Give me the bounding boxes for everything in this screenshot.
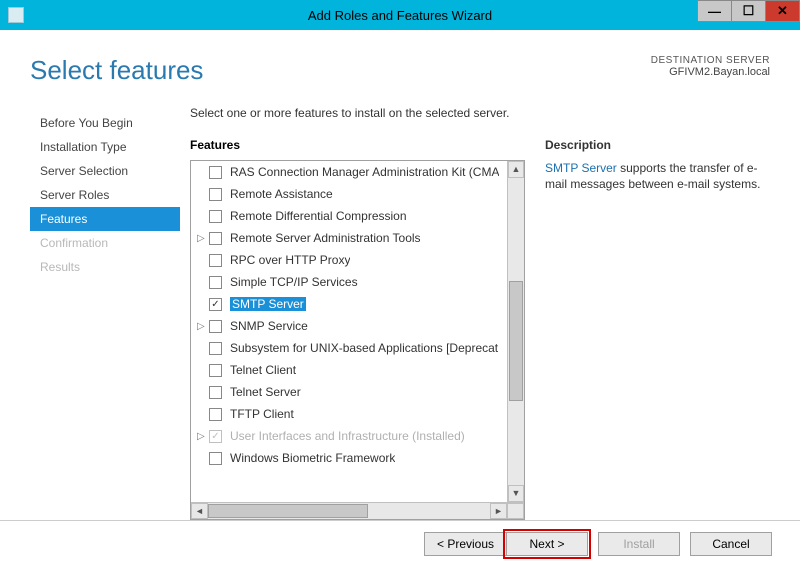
feature-row[interactable]: Windows Biometric Framework xyxy=(191,447,507,469)
feature-row[interactable]: Subsystem for UNIX-based Applications [D… xyxy=(191,337,507,359)
feature-checkbox[interactable] xyxy=(209,364,222,377)
feature-label: RAS Connection Manager Administration Ki… xyxy=(230,165,499,179)
feature-row[interactable]: ✓ SMTP Server xyxy=(191,293,507,315)
sidebar-item-before-you-begin[interactable]: Before You Begin xyxy=(30,111,180,135)
instruction-text: Select one or more features to install o… xyxy=(190,106,770,120)
scroll-left-arrow[interactable]: ◄ xyxy=(191,503,208,519)
feature-checkbox[interactable]: ✓ xyxy=(209,298,222,311)
feature-checkbox[interactable] xyxy=(209,452,222,465)
window-controls: — ☐ ✕ xyxy=(698,0,800,22)
feature-checkbox[interactable] xyxy=(209,386,222,399)
feature-label: SNMP Service xyxy=(230,319,308,333)
previous-button[interactable]: < Previous xyxy=(424,532,506,556)
expander-icon[interactable]: ▷ xyxy=(197,431,209,442)
install-button: Install xyxy=(598,532,680,556)
window-title: Add Roles and Features Wizard xyxy=(308,8,492,23)
description-text: SMTP Server supports the transfer of e-m… xyxy=(545,160,770,192)
maximize-button[interactable]: ☐ xyxy=(731,0,766,22)
scroll-down-arrow[interactable]: ▼ xyxy=(508,485,524,502)
feature-label: Windows Biometric Framework xyxy=(230,451,395,465)
destination-label: DESTINATION SERVER xyxy=(651,55,770,66)
scroll-thumb-h[interactable] xyxy=(208,504,368,518)
feature-row[interactable]: RPC over HTTP Proxy xyxy=(191,249,507,271)
app-icon xyxy=(8,7,24,23)
feature-checkbox[interactable] xyxy=(209,254,222,267)
features-listbox: RAS Connection Manager Administration Ki… xyxy=(190,160,525,520)
scroll-up-arrow[interactable]: ▲ xyxy=(508,161,524,178)
next-button[interactable]: Next > xyxy=(506,532,588,556)
feature-label: Remote Server Administration Tools xyxy=(230,231,421,245)
feature-row[interactable]: ▷ SNMP Service xyxy=(191,315,507,337)
feature-checkbox[interactable] xyxy=(209,342,222,355)
feature-row[interactable]: ▷ Remote Server Administration Tools xyxy=(191,227,507,249)
expander-icon[interactable]: ▷ xyxy=(197,321,209,332)
feature-label: Remote Differential Compression xyxy=(230,209,407,223)
expander-icon[interactable]: ▷ xyxy=(197,233,209,244)
feature-checkbox[interactable] xyxy=(209,408,222,421)
feature-checkbox[interactable] xyxy=(209,210,222,223)
feature-label: SMTP Server xyxy=(230,297,306,311)
sidebar-item-server-roles[interactable]: Server Roles xyxy=(30,183,180,207)
destination-server: DESTINATION SERVER GFIVM2.Bayan.local xyxy=(651,55,770,78)
horizontal-scrollbar[interactable]: ◄ ► xyxy=(191,502,524,519)
feature-row[interactable]: Remote Differential Compression xyxy=(191,205,507,227)
description-link[interactable]: SMTP Server xyxy=(545,161,617,175)
feature-label: TFTP Client xyxy=(230,407,294,421)
sidebar-item-server-selection[interactable]: Server Selection xyxy=(30,159,180,183)
feature-row[interactable]: RAS Connection Manager Administration Ki… xyxy=(191,161,507,183)
feature-row[interactable]: TFTP Client xyxy=(191,403,507,425)
feature-label: RPC over HTTP Proxy xyxy=(230,253,350,267)
feature-label: Remote Assistance xyxy=(230,187,333,201)
feature-row[interactable]: ▷✓ User Interfaces and Infrastructure (In… xyxy=(191,425,507,447)
feature-checkbox[interactable] xyxy=(209,232,222,245)
scroll-thumb[interactable] xyxy=(509,281,523,401)
scroll-right-arrow[interactable]: ► xyxy=(490,503,507,519)
sidebar-item-installation-type[interactable]: Installation Type xyxy=(30,135,180,159)
minimize-button[interactable]: — xyxy=(697,0,732,22)
destination-host: GFIVM2.Bayan.local xyxy=(651,66,770,78)
titlebar: Add Roles and Features Wizard — ☐ ✕ xyxy=(0,0,800,30)
close-button[interactable]: ✕ xyxy=(765,0,800,22)
cancel-button[interactable]: Cancel xyxy=(690,532,772,556)
feature-row[interactable]: Remote Assistance xyxy=(191,183,507,205)
page-title: Select features xyxy=(30,55,203,86)
feature-label: Subsystem for UNIX-based Applications [D… xyxy=(230,341,498,355)
features-heading: Features xyxy=(190,138,525,152)
sidebar-item-results: Results xyxy=(30,255,180,279)
feature-checkbox: ✓ xyxy=(209,430,222,443)
sidebar-item-confirmation: Confirmation xyxy=(30,231,180,255)
sidebar-item-features[interactable]: Features xyxy=(30,207,180,231)
feature-row[interactable]: Simple TCP/IP Services xyxy=(191,271,507,293)
feature-label: User Interfaces and Infrastructure (Inst… xyxy=(230,429,465,443)
feature-checkbox[interactable] xyxy=(209,166,222,179)
sidebar: Before You BeginInstallation TypeServer … xyxy=(30,106,190,520)
vertical-scrollbar[interactable]: ▲ ▼ xyxy=(507,161,524,502)
feature-row[interactable]: Telnet Server xyxy=(191,381,507,403)
features-list[interactable]: RAS Connection Manager Administration Ki… xyxy=(191,161,507,502)
feature-label: Telnet Client xyxy=(230,363,296,377)
feature-checkbox[interactable] xyxy=(209,188,222,201)
feature-checkbox[interactable] xyxy=(209,320,222,333)
footer: < Previous Next > Install Cancel xyxy=(0,520,800,566)
feature-label: Telnet Server xyxy=(230,385,301,399)
scroll-corner xyxy=(507,503,524,519)
feature-checkbox[interactable] xyxy=(209,276,222,289)
feature-label: Simple TCP/IP Services xyxy=(230,275,358,289)
description-heading: Description xyxy=(545,138,770,152)
feature-row[interactable]: Telnet Client xyxy=(191,359,507,381)
